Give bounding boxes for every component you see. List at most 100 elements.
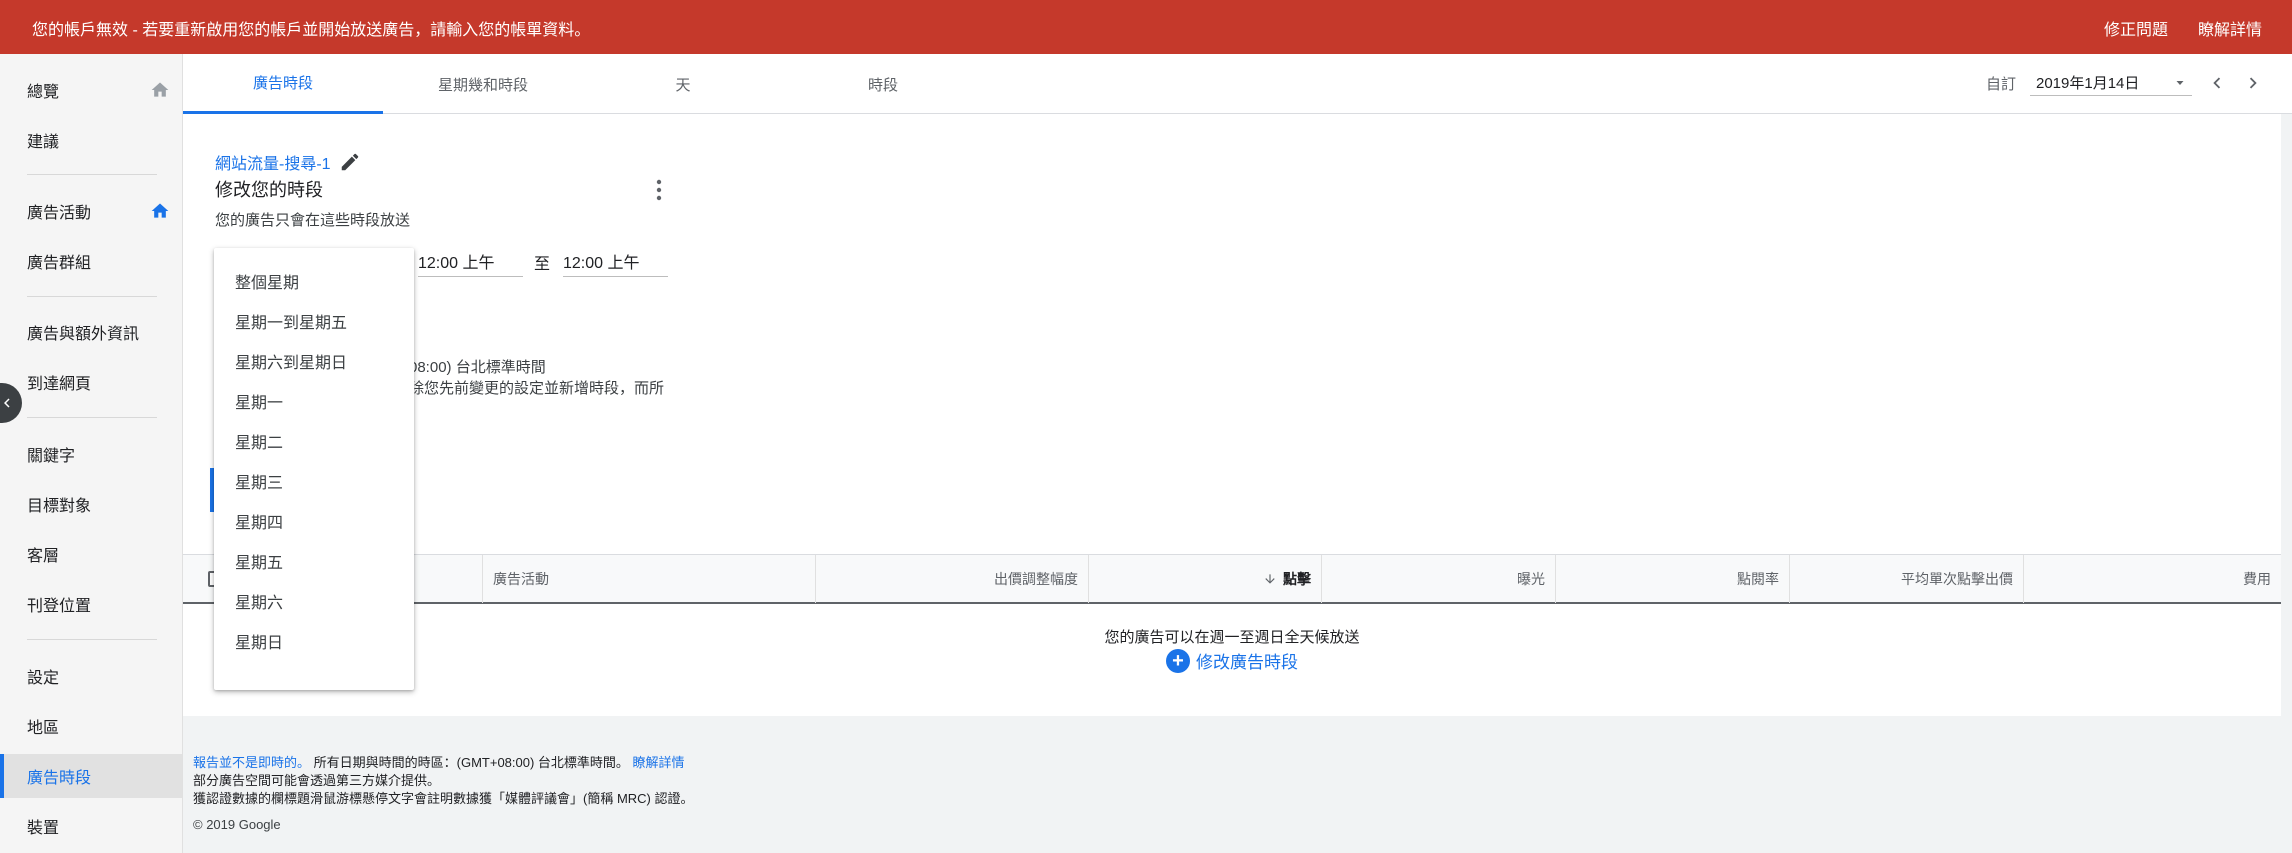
option-label: 星期日 bbox=[235, 635, 284, 652]
sidebar-item-ad-groups[interactable]: 廣告群組 bbox=[0, 239, 182, 283]
edit-schedule-heading: 修改您的時段 bbox=[215, 180, 323, 200]
sidebar-nav: 總覽 建議 廣告活動 廣告群組 廣告與額外資訊 到達網頁 關鍵字 目標對象 客層… bbox=[0, 54, 183, 853]
page-footer: 報告並不是即時的。 所有日期與時間的時區：(GMT+08:00) 台北標準時間。… bbox=[193, 754, 694, 834]
to-label: 至 bbox=[534, 256, 551, 273]
more-options-icon[interactable] bbox=[655, 178, 663, 202]
column-label: 點擊 bbox=[1283, 571, 1311, 587]
dropdown-option-friday[interactable]: 星期五 bbox=[214, 541, 414, 581]
sidebar-item-landing-pages[interactable]: 到達網頁 bbox=[0, 360, 182, 404]
column-cost[interactable]: 費用 bbox=[2024, 555, 2281, 603]
column-clicks[interactable]: 點擊 bbox=[1089, 555, 1322, 603]
tab-label: 星期幾和時段 bbox=[437, 76, 528, 94]
home-icon bbox=[151, 82, 169, 97]
sidebar-item-ads-extensions[interactable]: 廣告與額外資訊 bbox=[0, 310, 182, 354]
sidebar-item-label: 客層 bbox=[27, 548, 60, 565]
sidebar-item-label: 設定 bbox=[27, 670, 60, 687]
alert-message: 您的帳戶無效 - 若要重新啟用您的帳戶並開始放送廣告，請輸入您的帳單資料。 bbox=[32, 22, 591, 39]
fix-issue-link[interactable]: 修正問題 bbox=[2104, 16, 2168, 40]
overwrite-warning: 除您先前變更的設定並新增時段，而所 bbox=[409, 380, 665, 397]
sidebar-divider bbox=[27, 639, 157, 640]
chevron-left-icon bbox=[4, 398, 10, 408]
column-impressions[interactable]: 曝光 bbox=[1322, 555, 1556, 603]
account-alert-banner: 您的帳戶無效 - 若要重新啟用您的帳戶並開始放送廣告，請輸入您的帳單資料。 修正… bbox=[0, 0, 2292, 54]
timezone-note: 08:00) 台北標準時間 bbox=[409, 359, 546, 376]
column-label: 廣告活動 bbox=[493, 571, 549, 587]
tab-hour[interactable]: 時段 bbox=[783, 54, 983, 114]
footer-copyright: © 2019 Google bbox=[193, 817, 281, 832]
dropdown-option-saturday[interactable]: 星期六 bbox=[214, 581, 414, 621]
sidebar-item-overview[interactable]: 總覽 bbox=[0, 68, 182, 112]
option-label: 星期五 bbox=[235, 555, 284, 572]
sidebar-item-recommendations[interactable]: 建議 bbox=[0, 118, 182, 162]
sidebar-item-label: 廣告群組 bbox=[27, 255, 92, 272]
date-range-prefix: 自訂 bbox=[1985, 75, 2016, 93]
column-bid-adjustment[interactable]: 出價調整幅度 bbox=[816, 555, 1089, 603]
next-period-icon[interactable] bbox=[2242, 72, 2264, 94]
sidebar-item-campaigns[interactable]: 廣告活動 bbox=[0, 189, 182, 233]
column-avg-cpc[interactable]: 平均單次點擊出價 bbox=[1790, 555, 2024, 603]
sidebar-item-settings[interactable]: 設定 bbox=[0, 654, 182, 698]
dropdown-option-all-week[interactable]: 整個星期 bbox=[214, 261, 414, 301]
column-ctr[interactable]: 點閱率 bbox=[1556, 555, 1790, 603]
tab-label: 時段 bbox=[867, 76, 898, 94]
tab-day[interactable]: 天 bbox=[583, 54, 783, 114]
sidebar-item-demographics[interactable]: 客層 bbox=[0, 532, 182, 576]
main-content: 網站流量-搜尋-1 修改您的時段 您的廣告只會在這些時段放送 12:00 上午 … bbox=[183, 114, 2292, 853]
sidebar-item-placements[interactable]: 刊登位置 bbox=[0, 582, 182, 626]
modify-ad-schedule-link[interactable]: + 修改廣告時段 bbox=[1166, 648, 1298, 673]
tab-label: 廣告時段 bbox=[252, 75, 313, 92]
footer-mrc-note: 獲認證數據的欄標題滑鼠游標懸停文字會註明數據獲「媒體評議會」(簡稱 MRC) 認… bbox=[193, 791, 694, 806]
learn-more-link[interactable]: 瞭解詳情 bbox=[2198, 16, 2262, 40]
dropdown-option-wednesday[interactable]: 星期三 bbox=[214, 461, 414, 501]
sidebar-item-label: 刊登位置 bbox=[27, 598, 92, 615]
date-range-value: 2019年1月14日 bbox=[2036, 75, 2140, 92]
sidebar-item-label: 地區 bbox=[27, 720, 60, 737]
sidebar-item-audiences[interactable]: 目標對象 bbox=[0, 482, 182, 526]
tab-day-and-hour[interactable]: 星期幾和時段 bbox=[383, 54, 583, 114]
column-label: 費用 bbox=[2243, 571, 2271, 587]
end-time-field[interactable]: 12:00 上午 bbox=[563, 247, 668, 277]
campaign-title: 網站流量-搜尋-1 bbox=[215, 150, 361, 174]
tab-label: 天 bbox=[675, 76, 691, 94]
date-range-picker: 自訂 2019年1月14日 bbox=[1986, 70, 2264, 96]
sidebar-item-label: 廣告活動 bbox=[27, 205, 92, 222]
edit-pencil-icon[interactable] bbox=[339, 151, 361, 173]
dropdown-option-weekdays[interactable]: 星期一到星期五 bbox=[214, 301, 414, 341]
start-time-field[interactable]: 12:00 上午 bbox=[418, 247, 523, 277]
footer-learn-more-link[interactable]: 瞭解詳情 bbox=[633, 755, 685, 770]
dropdown-option-thursday[interactable]: 星期四 bbox=[214, 501, 414, 541]
home-icon bbox=[151, 203, 169, 218]
dropdown-option-monday[interactable]: 星期一 bbox=[214, 381, 414, 421]
sidebar-item-label: 關鍵字 bbox=[27, 448, 76, 465]
tab-ad-schedule[interactable]: 廣告時段 bbox=[183, 54, 383, 114]
sidebar-item-locations[interactable]: 地區 bbox=[0, 704, 182, 748]
alert-actions: 修正問題 瞭解詳情 bbox=[2104, 16, 2262, 40]
previous-period-icon[interactable] bbox=[2206, 72, 2228, 94]
sidebar-divider bbox=[27, 174, 157, 175]
column-campaign[interactable]: 廣告活動 bbox=[483, 555, 816, 603]
modify-link-label: 修改廣告時段 bbox=[1196, 653, 1298, 672]
option-label: 星期一到星期五 bbox=[235, 315, 348, 332]
schedule-description: 您的廣告只會在這些時段放送 bbox=[215, 212, 411, 229]
option-label: 星期六 bbox=[235, 595, 284, 612]
dropdown-option-sunday[interactable]: 星期日 bbox=[214, 621, 414, 661]
footer-timezone-text: 所有日期與時間的時區：(GMT+08:00) 台北標準時間。 bbox=[313, 755, 629, 770]
table-header: 廣告活動 出價調整幅度 點擊 曝光 點閱率 平均單次點擊出價 費用 bbox=[183, 554, 2281, 604]
sidebar-item-devices[interactable]: 裝置 bbox=[0, 804, 182, 848]
sidebar-item-ad-schedule[interactable]: 廣告時段 bbox=[0, 754, 182, 798]
dropdown-option-tuesday[interactable]: 星期二 bbox=[214, 421, 414, 461]
option-label: 星期六到星期日 bbox=[235, 355, 348, 372]
date-range-select[interactable]: 2019年1月14日 bbox=[2030, 70, 2192, 96]
sidebar-item-label: 總覽 bbox=[27, 84, 60, 101]
table-empty-state: 您的廣告可以在週一至週日全天候放送 + 修改廣告時段 bbox=[183, 604, 2281, 716]
reports-not-realtime-link[interactable]: 報告並不是即時的。 bbox=[193, 755, 310, 770]
sidebar-item-keywords[interactable]: 關鍵字 bbox=[0, 432, 182, 476]
sidebar-item-label: 到達網頁 bbox=[27, 376, 92, 393]
add-circle-icon: + bbox=[1166, 648, 1190, 673]
sidebar-item-label: 廣告與額外資訊 bbox=[27, 326, 140, 343]
campaign-name-link[interactable]: 網站流量-搜尋-1 bbox=[215, 150, 331, 174]
dropdown-option-weekends[interactable]: 星期六到星期日 bbox=[214, 341, 414, 381]
footer-line-timezone: 報告並不是即時的。 所有日期與時間的時區：(GMT+08:00) 台北標準時間。… bbox=[193, 754, 694, 772]
sidebar-divider bbox=[27, 296, 157, 297]
sidebar-item-label: 建議 bbox=[27, 134, 60, 151]
